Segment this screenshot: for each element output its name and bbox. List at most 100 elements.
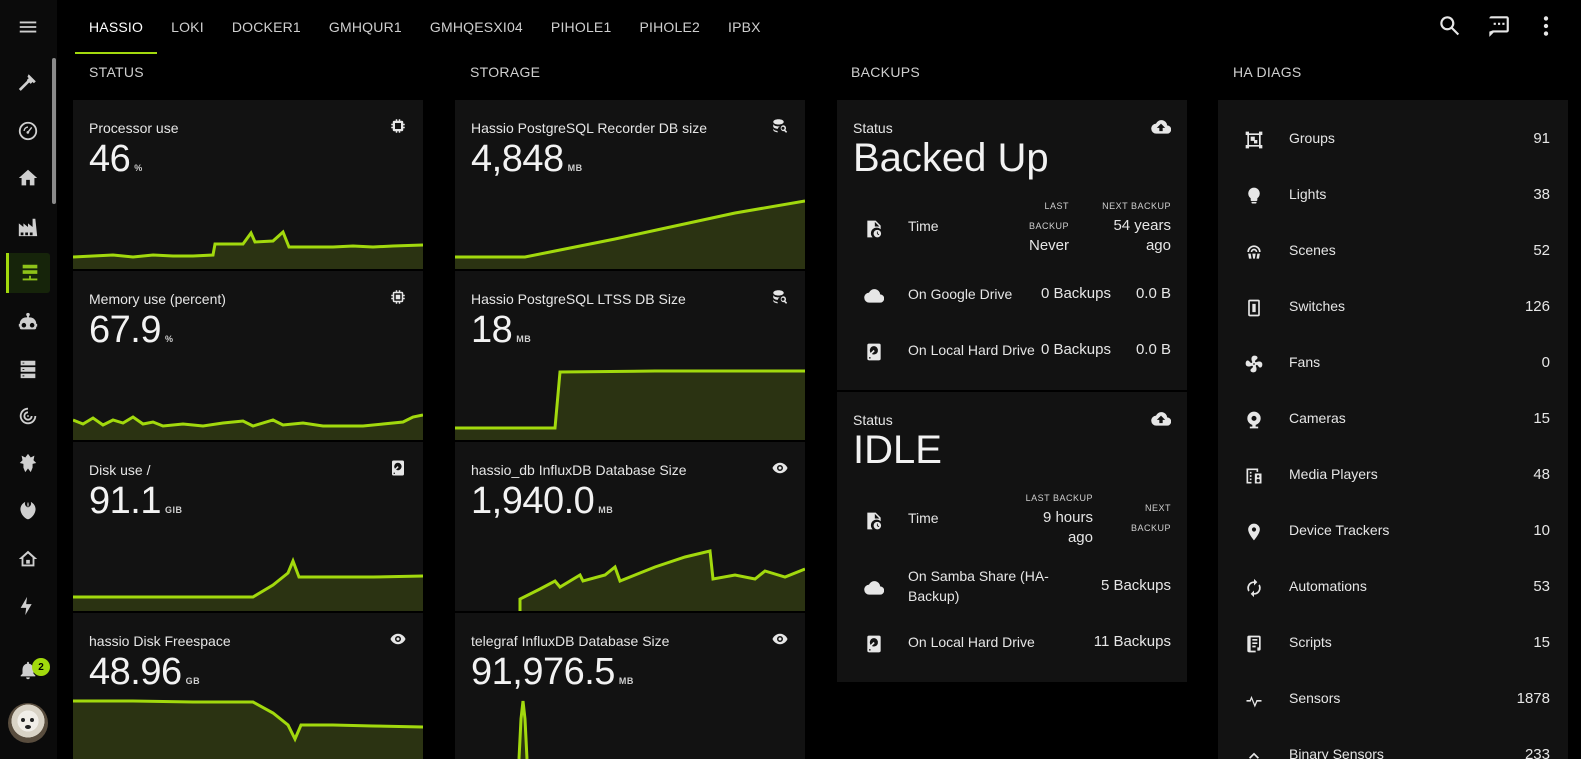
diag-row-sensors[interactable]: Sensors 1878: [1218, 672, 1568, 728]
automation-icon: [1244, 578, 1264, 603]
factory-icon[interactable]: [6, 207, 50, 247]
backup-count: 0 Backups: [1040, 285, 1111, 302]
sidebar-scrollbar[interactable]: [52, 58, 56, 204]
diag-label: Scenes: [1289, 242, 1336, 258]
sensor-card-processor[interactable]: Processor use 46%: [73, 100, 423, 269]
scene-icon: [1244, 242, 1264, 267]
diag-row-switches[interactable]: Switches 126: [1218, 280, 1568, 336]
mandalorian-icon[interactable]: [6, 443, 50, 483]
more-vertical-icon[interactable]: [1533, 13, 1559, 44]
diag-label: Device Trackers: [1289, 522, 1390, 538]
gauge-icon[interactable]: [6, 111, 50, 151]
sensor-value: 46%: [89, 138, 143, 180]
view-tabs: HASSIO LOKI DOCKER1 GMHQUR1 GMHQESXI04 P…: [75, 0, 775, 54]
diag-count: 0: [1541, 354, 1550, 371]
diag-row-groups[interactable]: Groups 91: [1218, 112, 1568, 168]
home-icon[interactable]: [6, 158, 50, 198]
tab-ipbx[interactable]: IPBX: [714, 0, 775, 54]
cloud-upload-icon[interactable]: [1151, 117, 1172, 142]
home-outline-icon[interactable]: [6, 539, 50, 579]
column-title-diags: HA DIAGS: [1233, 64, 1302, 80]
diag-row-media-players[interactable]: Media Players 48: [1218, 448, 1568, 504]
sensor-card-memory[interactable]: Memory use (percent) 67.9%: [73, 271, 423, 440]
radar-icon[interactable]: [6, 396, 50, 436]
diag-row-scripts[interactable]: Scripts 15: [1218, 616, 1568, 672]
tab-docker1[interactable]: DOCKER1: [218, 0, 315, 54]
notification-badge: 2: [32, 658, 50, 676]
sensor-value: 91,976.5 MB: [471, 651, 634, 693]
sensor-value: 48.96 GB: [89, 651, 201, 693]
diag-row-device-trackers[interactable]: Device Trackers 10: [1218, 504, 1568, 560]
hammer-icon[interactable]: [6, 62, 50, 102]
last-backup-label: LAST BACKUP: [1025, 493, 1093, 503]
dashboard: 2 HASSIO LOKI DOCKER1 GMHQUR1 GMHQESXI04…: [0, 0, 1581, 759]
sensor-card-ltss-db[interactable]: Hassio PostgreSQL LTSS DB Size 18 MB: [455, 271, 805, 440]
diag-row-binary-sensors[interactable]: Binary Sensors 233: [1218, 728, 1568, 759]
time-label: Time: [908, 510, 939, 526]
diag-count: 10: [1533, 522, 1550, 539]
sensor-value: 4,848 MB: [471, 138, 583, 180]
map-marker-icon: [1244, 522, 1264, 547]
location-label: On Google Drive: [908, 286, 1013, 302]
status-label: Status: [853, 120, 893, 136]
sensor-name: telegraf InfluxDB Database Size: [471, 633, 670, 649]
sensor-card-disk-use[interactable]: Disk use / 91.1 GIB: [73, 442, 423, 611]
sensor-name: Processor use: [89, 120, 179, 136]
diag-row-scenes[interactable]: Scenes 52: [1218, 224, 1568, 280]
cloud-upload-icon[interactable]: [1151, 409, 1172, 434]
top-bar: HASSIO LOKI DOCKER1 GMHQUR1 GMHQESXI04 P…: [57, 0, 1581, 54]
diag-label: Automations: [1289, 578, 1367, 594]
sensor-card-telegraf-influx[interactable]: telegraf InfluxDB Database Size 91,976.5…: [455, 613, 805, 759]
status-label: Status: [853, 412, 893, 428]
server-network-icon[interactable]: [6, 253, 50, 293]
memory-icon: [389, 288, 407, 311]
diag-row-lights[interactable]: Lights 38: [1218, 168, 1568, 224]
tab-pihole2[interactable]: PIHOLE2: [625, 0, 714, 54]
diag-label: Fans: [1289, 354, 1321, 370]
diag-row-automations[interactable]: Automations 53: [1218, 560, 1568, 616]
tab-gmhqesxi04[interactable]: GMHQESXI04: [416, 0, 537, 54]
backup-count: 0 Backups: [1040, 341, 1111, 358]
location-label: On Samba Share (HA-: [908, 568, 1049, 584]
sensor-card-recorder-db[interactable]: Hassio PostgreSQL Recorder DB size 4,848…: [455, 100, 805, 269]
tab-gmhqur1[interactable]: GMHQUR1: [315, 0, 416, 54]
sensor-name: Hassio PostgreSQL LTSS DB Size: [471, 291, 686, 307]
diag-row-fans[interactable]: Fans 0: [1218, 336, 1568, 392]
location-label: On Local Hard Drive: [908, 634, 1035, 650]
notifications-bell-icon[interactable]: 2: [6, 650, 50, 690]
tab-hassio[interactable]: HASSIO: [75, 0, 158, 54]
diag-count: 1878: [1516, 690, 1550, 707]
backup-card-samba[interactable]: Status IDLE Time LAST BACKUP 9 hours ago…: [837, 392, 1187, 682]
disk-use-history-graph: [73, 556, 423, 611]
assist-chat-icon[interactable]: [1485, 13, 1511, 44]
location-label: On Local Hard Drive: [908, 342, 1035, 358]
lightning-icon[interactable]: [6, 586, 50, 626]
tab-pihole1[interactable]: PIHOLE1: [537, 0, 626, 54]
next-backup-label: NEXT BACKUP: [1102, 201, 1171, 211]
server-icon[interactable]: [6, 349, 50, 389]
fan-icon: [1244, 354, 1264, 379]
backup-card-google[interactable]: Status Backed Up Time LAST BACKUP Never …: [837, 100, 1187, 390]
rebel-icon[interactable]: [6, 491, 50, 531]
backup-count: 5 Backups: [1100, 577, 1171, 594]
backup-location-row: On Samba Share (HA- Backup) 5 Backups: [837, 560, 1187, 616]
backup-time-row: Time LAST BACKUP Never NEXT BACKUP 54 ye…: [837, 200, 1187, 256]
eye-icon: [771, 630, 789, 653]
diag-row-cameras[interactable]: Cameras 15: [1218, 392, 1568, 448]
column-title-backups: BACKUPS: [851, 64, 921, 80]
avatar[interactable]: [8, 703, 48, 743]
diag-label: Cameras: [1289, 410, 1346, 426]
diag-label: Groups: [1289, 130, 1335, 146]
backup-location-row: On Local Hard Drive 0 Backups 0.0 B: [837, 324, 1187, 380]
diag-label: Scripts: [1289, 634, 1332, 650]
database-search-icon: [771, 117, 789, 140]
sensor-card-disk-freespace[interactable]: hassio Disk Freespace 48.96 GB: [73, 613, 423, 759]
robot-icon[interactable]: [6, 302, 50, 342]
next-backup-value: 54 years: [1113, 217, 1171, 234]
sensor-card-hassio-influx[interactable]: hassio_db InfluxDB Database Size 1,940.0…: [455, 442, 805, 611]
search-icon[interactable]: [1437, 13, 1463, 44]
switch-icon: [1244, 298, 1264, 323]
tab-loki[interactable]: LOKI: [157, 0, 218, 54]
last-backup-label: LAST: [1044, 201, 1069, 211]
menu-icon[interactable]: [6, 7, 50, 47]
